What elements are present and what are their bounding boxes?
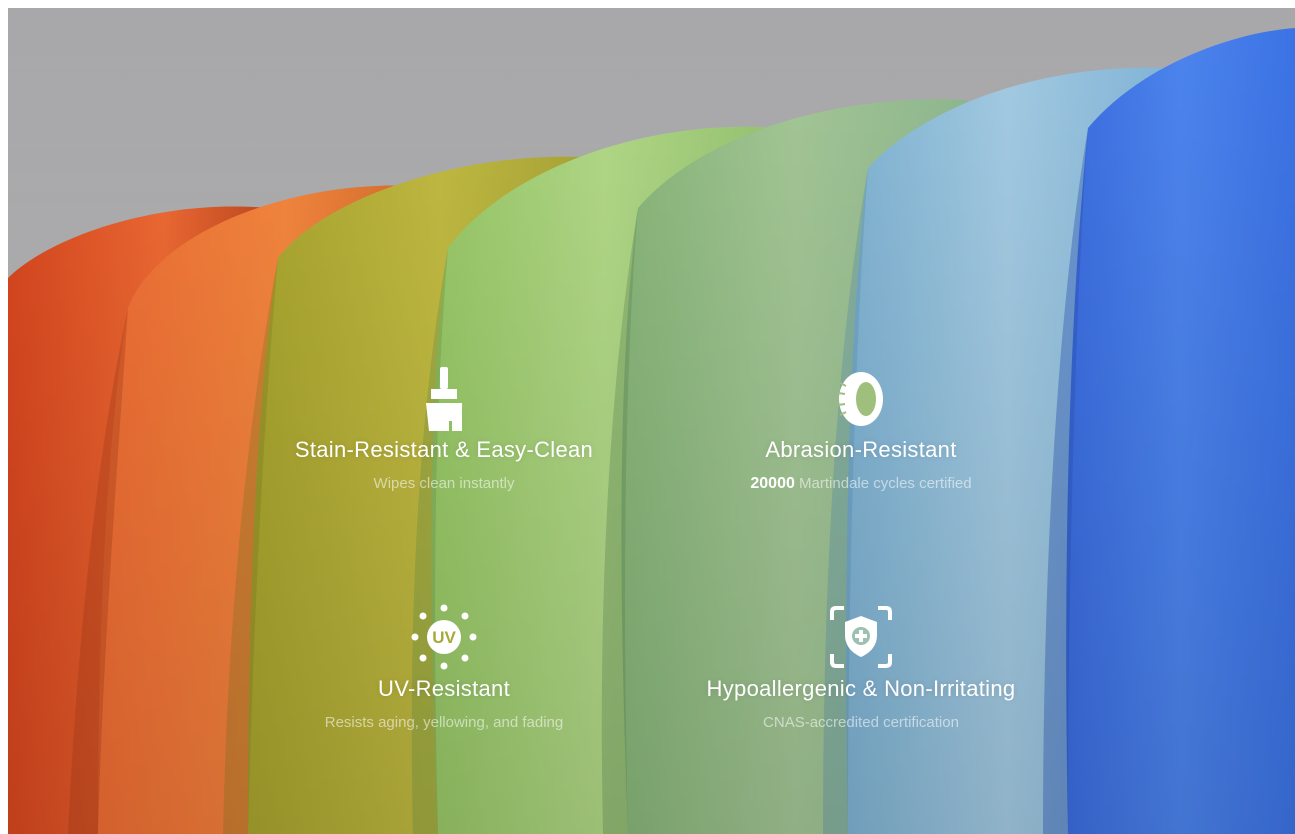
feature-description: Wipes clean instantly [373, 475, 515, 492]
feature-title: Hypoallergenic & Non-Irritating [706, 676, 1016, 701]
uv-sun-icon: UV [411, 604, 477, 670]
feature-abrasion-resistant: Abrasion-Resistant 20000 Martindale cycl… [651, 363, 1071, 493]
shield-plus-icon [830, 606, 892, 668]
feature-stain-resistant: Stain-Resistant & Easy-Clean Wipes clean… [234, 363, 654, 492]
fabric-photo-banner: Stain-Resistant & Easy-Clean Wipes clean… [8, 8, 1295, 834]
feature-title: Abrasion-Resistant [765, 437, 957, 462]
feature-uv-resistant: UV UV-Resistant Resists aging, yellowing… [234, 602, 654, 731]
tire-icon [837, 372, 883, 426]
feature-description: 20000 Martindale cycles certified [750, 475, 972, 492]
feature-description: CNAS-accredited certification [763, 714, 959, 731]
brush-icon [426, 367, 462, 431]
feature-hypoallergenic: Hypoallergenic & Non-Irritating CNAS-acc… [651, 602, 1071, 731]
cycles-count: 20000 [750, 475, 795, 492]
feature-title: Stain-Resistant & Easy-Clean [294, 437, 594, 462]
feature-description: Resists aging, yellowing, and fading [324, 714, 564, 731]
svg-text:UV: UV [432, 628, 456, 647]
feature-title: UV-Resistant [378, 676, 510, 701]
